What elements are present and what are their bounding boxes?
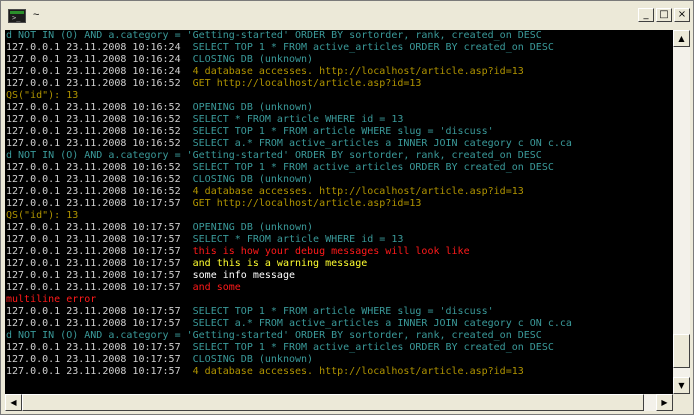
console-text: 127.0.0.1 23.11.2008 10:17:57	[6, 306, 193, 317]
vertical-scrollbar[interactable]: ▲ ▼	[673, 30, 690, 394]
console-line: 127.0.0.1 23.11.2008 10:17:57 SELECT * F…	[5, 234, 673, 246]
console-text: 127.0.0.1 23.11.2008 10:17:57	[6, 342, 193, 353]
scroll-left-button[interactable]: ◀	[5, 394, 22, 411]
console-text: 127.0.0.1 23.11.2008 10:16:52	[6, 126, 193, 137]
console-text: 127.0.0.1 23.11.2008 10:16:52	[6, 102, 193, 113]
console-text: 127.0.0.1 23.11.2008 10:16:24	[6, 54, 193, 65]
console-text: 4 database accesses. http://localhost/ar…	[192, 366, 524, 377]
console-text: 127.0.0.1 23.11.2008 10:17:57	[6, 246, 193, 257]
console-line: 127.0.0.1 23.11.2008 10:16:52 CLOSING DB…	[5, 174, 673, 186]
vertical-scroll-thumb[interactable]	[673, 334, 690, 369]
horizontal-scroll-thumb[interactable]	[22, 394, 644, 411]
console-text: d NOT IN (O) AND a.category = 'Getting-s…	[6, 330, 542, 341]
console-text: 127.0.0.1 23.11.2008 10:16:52	[6, 162, 193, 173]
console-line: QS("id"): 13	[5, 210, 673, 222]
console-line: d NOT IN (O) AND a.category = 'Getting-s…	[5, 30, 673, 42]
console-text: some info message	[192, 270, 295, 281]
console-text: 127.0.0.1 23.11.2008 10:16:52	[6, 186, 193, 197]
console-text: multiline error	[6, 294, 97, 305]
console-text: SELECT TOP 1 * FROM article WHERE slug =…	[192, 306, 494, 317]
console-text: 127.0.0.1 23.11.2008 10:17:57	[6, 366, 193, 377]
console-text: 127.0.0.1 23.11.2008 10:16:52	[6, 138, 193, 149]
console-line: 127.0.0.1 23.11.2008 10:17:57 this is ho…	[5, 246, 673, 258]
console-text: 127.0.0.1 23.11.2008 10:17:57	[6, 282, 193, 293]
console-text: 127.0.0.1 23.11.2008 10:17:57	[6, 222, 193, 233]
console-line: 127.0.0.1 23.11.2008 10:17:57 CLOSING DB…	[5, 354, 673, 366]
console-text: SELECT * FROM article WHERE id = 13	[192, 114, 404, 125]
console-icon[interactable]: >_	[8, 9, 26, 23]
console-line: 127.0.0.1 23.11.2008 10:16:52 4 database…	[5, 186, 673, 198]
console-line: 127.0.0.1 23.11.2008 10:16:52 OPENING DB…	[5, 102, 673, 114]
console-window: >_ ~ _ □ × d NOT IN (O) AND a.category =…	[0, 0, 694, 415]
console-line: 127.0.0.1 23.11.2008 10:16:52 GET http:/…	[5, 78, 673, 90]
console-text: 127.0.0.1 23.11.2008 10:17:57	[6, 198, 193, 209]
console-line: 127.0.0.1 23.11.2008 10:16:52 SELECT * F…	[5, 114, 673, 126]
console-line: 127.0.0.1 23.11.2008 10:16:52 SELECT TOP…	[5, 162, 673, 174]
console-text: 127.0.0.1 23.11.2008 10:17:57	[6, 234, 193, 245]
console-text: and some	[192, 282, 241, 293]
console-line: 127.0.0.1 23.11.2008 10:16:24 CLOSING DB…	[5, 54, 673, 66]
size-grip[interactable]	[673, 394, 690, 411]
console-text: GET http://localhost/article.asp?id=13	[192, 78, 422, 89]
console-text: SELECT TOP 1 * FROM active_articles ORDE…	[192, 162, 554, 173]
console-line: 127.0.0.1 23.11.2008 10:17:57 OPENING DB…	[5, 222, 673, 234]
scroll-down-button[interactable]: ▼	[673, 377, 690, 394]
console-line: 127.0.0.1 23.11.2008 10:17:57 SELECT TOP…	[5, 342, 673, 354]
console-text: CLOSING DB (unknown)	[192, 354, 314, 365]
console-text: 4 database accesses. http://localhost/ar…	[192, 66, 524, 77]
console-line: d NOT IN (O) AND a.category = 'Getting-s…	[5, 330, 673, 342]
console-text: d NOT IN (O) AND a.category = 'Getting-s…	[6, 150, 542, 161]
console-text: SELECT TOP 1 * FROM active_articles ORDE…	[192, 342, 554, 353]
console-line: d NOT IN (O) AND a.category = 'Getting-s…	[5, 150, 673, 162]
icon-prompt-glyph: >_	[12, 14, 21, 22]
console-text: 127.0.0.1 23.11.2008 10:16:52	[6, 78, 193, 89]
maximize-button[interactable]: □	[656, 8, 672, 22]
console-text: 127.0.0.1 23.11.2008 10:17:57	[6, 318, 193, 329]
console-text: and this is a warning message	[192, 258, 368, 269]
console-line: 127.0.0.1 23.11.2008 10:17:57 and some	[5, 282, 673, 294]
console-line: 127.0.0.1 23.11.2008 10:17:57 some info …	[5, 270, 673, 282]
console-text: 4 database accesses. http://localhost/ar…	[192, 186, 524, 197]
console-text: GET http://localhost/article.asp?id=13	[192, 198, 422, 209]
console-text: SELECT a.* FROM active_articles a INNER …	[192, 318, 572, 329]
console-line: 127.0.0.1 23.11.2008 10:17:57 SELECT TOP…	[5, 306, 673, 318]
console-text: 127.0.0.1 23.11.2008 10:17:57	[6, 270, 193, 281]
console-text: SELECT * FROM article WHERE id = 13	[192, 234, 404, 245]
console-line: 127.0.0.1 23.11.2008 10:17:57 4 database…	[5, 366, 673, 378]
console-text: 127.0.0.1 23.11.2008 10:16:52	[6, 114, 193, 125]
scroll-right-button[interactable]: ▶	[656, 394, 673, 411]
scroll-up-button[interactable]: ▲	[673, 30, 690, 47]
window-title: ~	[33, 9, 40, 21]
close-button[interactable]: ×	[674, 8, 690, 22]
console-output[interactable]: d NOT IN (O) AND a.category = 'Getting-s…	[5, 30, 673, 394]
console-line: 127.0.0.1 23.11.2008 10:16:24 SELECT TOP…	[5, 42, 673, 54]
console-text: 127.0.0.1 23.11.2008 10:16:52	[6, 174, 193, 185]
console-line: 127.0.0.1 23.11.2008 10:16:52 SELECT TOP…	[5, 126, 673, 138]
console-text: this is how your debug messages will loo…	[192, 246, 470, 257]
console-text: CLOSING DB (unknown)	[192, 54, 314, 65]
console-text: OPENING DB (unknown)	[192, 222, 314, 233]
minimize-button[interactable]: _	[638, 8, 654, 22]
console-text: SELECT a.* FROM active_articles a INNER …	[192, 138, 572, 149]
console-text: 127.0.0.1 23.11.2008 10:17:57	[6, 354, 193, 365]
console-text: d NOT IN (O) AND a.category = 'Getting-s…	[6, 30, 542, 41]
console-text: 127.0.0.1 23.11.2008 10:16:24	[6, 42, 193, 53]
console-line: 127.0.0.1 23.11.2008 10:16:24 4 database…	[5, 66, 673, 78]
horizontal-scrollbar[interactable]: ◀ ▶	[5, 394, 673, 411]
console-text: CLOSING DB (unknown)	[192, 174, 314, 185]
console-text: SELECT TOP 1 * FROM active_articles ORDE…	[192, 42, 554, 53]
console-line: multiline error	[5, 294, 673, 306]
console-text: QS("id"): 13	[6, 90, 79, 101]
console-text: 127.0.0.1 23.11.2008 10:16:24	[6, 66, 193, 77]
console-text: QS("id"): 13	[6, 210, 79, 221]
console-line: 127.0.0.1 23.11.2008 10:17:57 SELECT a.*…	[5, 318, 673, 330]
console-line: 127.0.0.1 23.11.2008 10:17:57 GET http:/…	[5, 198, 673, 210]
console-line: QS("id"): 13	[5, 90, 673, 102]
console-text: OPENING DB (unknown)	[192, 102, 314, 113]
console-line: 127.0.0.1 23.11.2008 10:17:57 and this i…	[5, 258, 673, 270]
console-text: SELECT TOP 1 * FROM article WHERE slug =…	[192, 126, 494, 137]
title-bar[interactable]: >_ ~ _ □ ×	[2, 2, 692, 30]
console-text: 127.0.0.1 23.11.2008 10:17:57	[6, 258, 193, 269]
console-line: 127.0.0.1 23.11.2008 10:16:52 SELECT a.*…	[5, 138, 673, 150]
